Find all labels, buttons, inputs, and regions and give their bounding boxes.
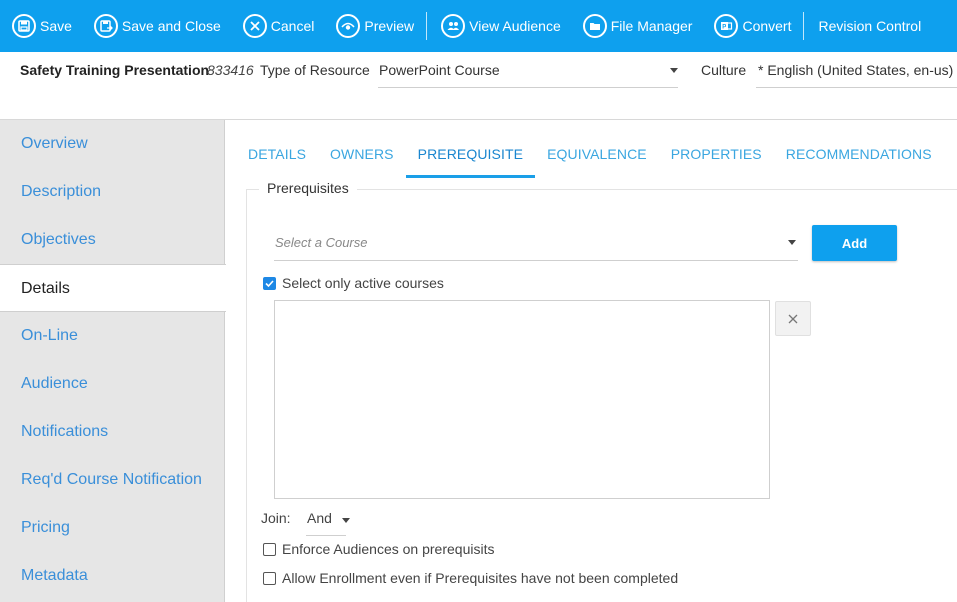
culture-select[interactable]: * English (United States, en-us) bbox=[756, 54, 957, 88]
folder-icon bbox=[582, 14, 607, 38]
allow-enrollment-option[interactable]: Allow Enrollment even if Prerequisites h… bbox=[263, 570, 678, 586]
tab-recommendations[interactable]: RECOMMENDATIONS bbox=[774, 136, 944, 178]
course-select[interactable]: Select a Course bbox=[274, 224, 798, 261]
sidebar-item-description[interactable]: Description bbox=[0, 168, 224, 216]
preview-button[interactable]: Preview bbox=[324, 0, 424, 52]
prerequisites-legend: Prerequisites bbox=[259, 180, 357, 196]
course-id: 833416 bbox=[207, 62, 254, 78]
active-courses-label: Select only active courses bbox=[282, 275, 444, 291]
allow-enrollment-label: Allow Enrollment even if Prerequisites h… bbox=[282, 570, 679, 586]
sidebar-item-online[interactable]: On-Line bbox=[0, 312, 224, 360]
enforce-audiences-option[interactable]: Enforce Audiences on prerequisits bbox=[263, 541, 494, 557]
users-icon bbox=[441, 14, 466, 38]
sidebar-item-overview[interactable]: Overview bbox=[0, 120, 224, 168]
cancel-button[interactable]: Cancel bbox=[231, 0, 325, 52]
culture-label: Culture bbox=[701, 62, 747, 78]
tab-prerequisite[interactable]: PREREQUISITE bbox=[405, 136, 536, 178]
file-manager-label: File Manager bbox=[610, 18, 693, 34]
caret-down-icon bbox=[342, 518, 350, 523]
tab-details[interactable]: DETAILS bbox=[236, 136, 318, 178]
remove-prerequisite-button[interactable] bbox=[775, 301, 811, 336]
course-title: Safety Training Presentation bbox=[20, 62, 210, 78]
save-label: Save bbox=[40, 18, 72, 34]
culture-value: * English (United States, en-us) bbox=[758, 62, 954, 78]
tab-bar: DETAILS OWNERS PREREQUISITE EQUIVALENCE … bbox=[236, 136, 944, 178]
sidebar: Overview Description Objectives Details … bbox=[0, 120, 226, 602]
file-manager-button[interactable]: File Manager bbox=[571, 0, 703, 52]
sidebar-item-audience[interactable]: Audience bbox=[0, 360, 224, 408]
cancel-label: Cancel bbox=[270, 18, 315, 34]
caret-down-icon bbox=[788, 240, 796, 245]
enforce-audiences-checkbox[interactable] bbox=[263, 542, 276, 556]
revision-control-label: Revision Control bbox=[818, 18, 922, 34]
toolbar-divider bbox=[803, 12, 805, 40]
join-select[interactable]: And bbox=[306, 502, 350, 536]
prerequisites-listbox[interactable] bbox=[274, 300, 770, 499]
tab-equivalence[interactable]: EQUIVALENCE bbox=[535, 136, 659, 178]
svg-text:P: P bbox=[723, 25, 727, 31]
sidebar-item-reqd-course-notification[interactable]: Req'd Course Notification bbox=[0, 456, 224, 504]
view-audience-button[interactable]: View Audience bbox=[429, 0, 571, 52]
course-info-bar: Safety Training Presentation 833416 Type… bbox=[0, 52, 957, 120]
preview-label: Preview bbox=[364, 18, 415, 34]
save-and-close-button[interactable]: Save and Close bbox=[82, 0, 231, 52]
convert-button[interactable]: P Convert bbox=[702, 0, 801, 52]
course-select-placeholder: Select a Course bbox=[275, 235, 368, 250]
sidebar-item-notifications[interactable]: Notifications bbox=[0, 408, 224, 456]
close-icon bbox=[788, 314, 798, 323]
caret-down-icon bbox=[670, 68, 678, 73]
save-button[interactable]: Save bbox=[0, 0, 82, 52]
join-label: Join: bbox=[261, 510, 291, 526]
join-value: And bbox=[307, 510, 332, 526]
active-courses-option[interactable]: Select only active courses bbox=[263, 275, 444, 291]
save-icon bbox=[12, 14, 36, 38]
tab-owners[interactable]: OWNERS bbox=[318, 136, 406, 178]
sidebar-item-metadata[interactable]: Metadata bbox=[0, 552, 224, 600]
add-button[interactable]: Add bbox=[812, 225, 897, 261]
type-of-resource-select[interactable]: PowerPoint Course bbox=[378, 54, 678, 88]
enforce-audiences-label: Enforce Audiences on prerequisits bbox=[282, 541, 495, 557]
sidebar-item-objectives[interactable]: Objectives bbox=[0, 216, 224, 264]
sidebar-item-details[interactable]: Details bbox=[0, 264, 226, 312]
type-of-resource-label: Type of Resource bbox=[260, 62, 370, 78]
eye-icon bbox=[336, 14, 361, 38]
close-icon bbox=[242, 14, 267, 38]
view-audience-label: View Audience bbox=[469, 18, 561, 34]
toolbar-divider bbox=[426, 12, 428, 40]
sidebar-item-pricing[interactable]: Pricing bbox=[0, 504, 224, 552]
active-courses-checkbox[interactable] bbox=[263, 276, 276, 290]
toolbar: Save Save and Close Cancel Preview View … bbox=[0, 0, 957, 52]
powerpoint-icon: P bbox=[714, 14, 739, 38]
checkmark-icon bbox=[265, 279, 274, 287]
convert-label: Convert bbox=[742, 18, 792, 34]
tab-properties[interactable]: PROPERTIES bbox=[659, 136, 774, 178]
allow-enrollment-checkbox[interactable] bbox=[263, 571, 276, 585]
type-of-resource-value: PowerPoint Course bbox=[379, 62, 500, 78]
save-close-icon bbox=[93, 14, 118, 38]
save-close-label: Save and Close bbox=[121, 18, 221, 34]
revision-control-button[interactable]: Revision Control bbox=[806, 0, 931, 52]
